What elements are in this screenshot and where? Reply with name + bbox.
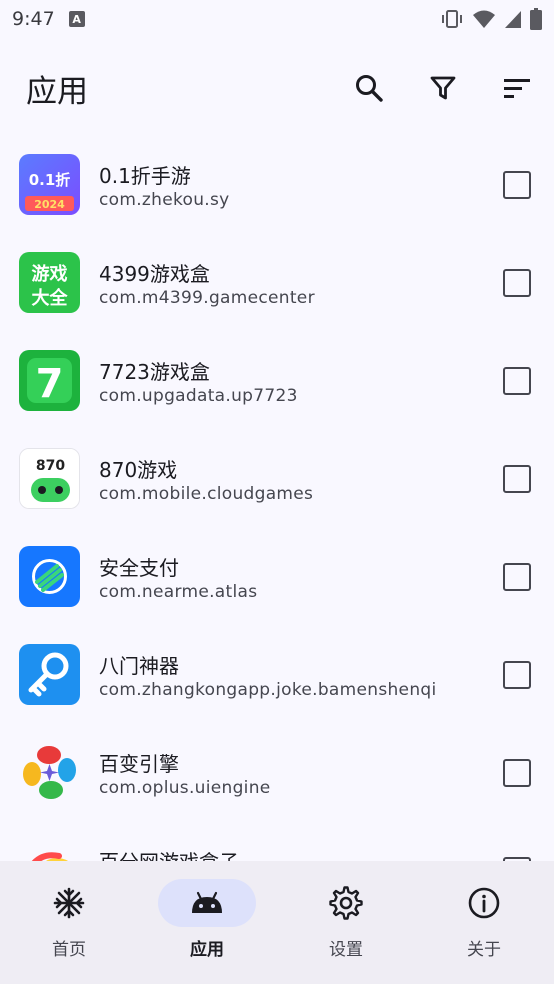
- info-icon: [468, 887, 500, 919]
- filter-button[interactable]: [425, 70, 461, 106]
- icon-text: 0.1折: [29, 171, 71, 189]
- baifen-app-icon: [19, 840, 80, 861]
- nav-pill-active: [158, 879, 256, 927]
- select-checkbox[interactable]: [503, 465, 531, 493]
- app-package: com.nearme.atlas: [99, 582, 258, 602]
- select-checkbox[interactable]: [503, 269, 531, 297]
- app-name: 八门神器: [99, 654, 179, 678]
- app-name: 百变引擎: [99, 752, 179, 776]
- sort-icon: [504, 79, 530, 98]
- list-item[interactable]: 百分网游戏盒子: [0, 822, 554, 861]
- app-name: 百分网游戏盒子: [99, 846, 239, 861]
- app-package: com.zhangkongapp.joke.bamenshenqi: [99, 680, 437, 700]
- select-checkbox[interactable]: [503, 367, 531, 395]
- bottom-navigation: 首页 应用 设置 关于: [0, 861, 554, 984]
- zhekou-app-icon: 0.1折 2024: [19, 154, 80, 215]
- icon-caption: 2024: [34, 198, 65, 211]
- icon-text: 870: [36, 458, 65, 474]
- app-name: 4399游戏盒: [99, 262, 210, 286]
- svg-text:大全: 大全: [32, 287, 69, 309]
- android-icon: [192, 891, 222, 913]
- uiengine-app-icon: [19, 742, 80, 803]
- status-icons: [440, 8, 542, 30]
- status-bar: 9:47 A: [0, 0, 554, 38]
- snowflake-icon: [53, 887, 85, 919]
- top-app-bar: 应用: [0, 52, 554, 124]
- nav-home[interactable]: 首页: [0, 879, 138, 969]
- app-name: 870游戏: [99, 458, 178, 482]
- nav-settings[interactable]: 设置: [277, 879, 415, 969]
- list-item[interactable]: 八门神器 com.zhangkongapp.joke.bamenshenqi: [0, 626, 554, 724]
- status-time: 9:47: [12, 8, 55, 30]
- select-checkbox[interactable]: [503, 563, 531, 591]
- select-checkbox[interactable]: [503, 759, 531, 787]
- page-title: 应用: [26, 74, 88, 110]
- nav-pill: [435, 879, 533, 927]
- list-item[interactable]: 870 870游戏 com.mobile.cloudgames: [0, 430, 554, 528]
- nav-pill: [20, 879, 118, 927]
- app-name: 0.1折手游: [99, 164, 191, 188]
- nav-label: 首页: [52, 940, 86, 960]
- nav-about[interactable]: 关于: [415, 879, 553, 969]
- search-button[interactable]: [351, 70, 387, 106]
- svg-text:游戏: 游戏: [32, 263, 68, 285]
- secure-pay-app-icon: [19, 546, 80, 607]
- nav-label: 应用: [190, 940, 224, 960]
- select-checkbox[interactable]: [503, 661, 531, 689]
- icon-text: 7: [36, 361, 64, 407]
- bamen-app-icon: [19, 644, 80, 705]
- list-item[interactable]: 0.1折 2024 0.1折手游 com.zhekou.sy: [0, 136, 554, 234]
- game4399-app-icon: 游戏 大全: [19, 252, 80, 313]
- list-item[interactable]: 游戏 大全 4399游戏盒 com.m4399.gamecenter: [0, 234, 554, 332]
- search-icon: [356, 75, 383, 102]
- app-package: com.m4399.gamecenter: [99, 288, 315, 308]
- sort-button[interactable]: [499, 70, 535, 106]
- select-checkbox[interactable]: [503, 171, 531, 199]
- gear-icon: [329, 886, 363, 920]
- battery-icon: [530, 8, 542, 30]
- game870-app-icon: 870: [19, 448, 80, 509]
- game7723-app-icon: 7: [19, 350, 80, 411]
- nav-label: 设置: [329, 940, 363, 960]
- app-package: com.upgadata.up7723: [99, 386, 298, 406]
- app-name: 安全支付: [99, 556, 179, 580]
- vibrate-icon: [442, 10, 462, 28]
- signal-icon: [505, 11, 521, 28]
- notification-icon: A: [68, 11, 85, 27]
- list-item[interactable]: 百变引擎 com.oplus.uiengine: [0, 724, 554, 822]
- app-name: 7723游戏盒: [99, 360, 210, 384]
- app-package: com.mobile.cloudgames: [99, 484, 314, 504]
- filter-icon: [430, 76, 456, 100]
- wifi-icon: [473, 10, 495, 28]
- nav-label: 关于: [467, 940, 501, 960]
- nav-pill: [297, 879, 395, 927]
- app-list[interactable]: 0.1折 2024 0.1折手游 com.zhekou.sy 游戏 大全 439…: [0, 136, 554, 861]
- app-package: com.oplus.uiengine: [99, 778, 271, 798]
- list-item[interactable]: 7 7723游戏盒 com.upgadata.up7723: [0, 332, 554, 430]
- app-package: com.zhekou.sy: [99, 190, 230, 210]
- nav-apps[interactable]: 应用: [138, 879, 276, 969]
- list-item[interactable]: 安全支付 com.nearme.atlas: [0, 528, 554, 626]
